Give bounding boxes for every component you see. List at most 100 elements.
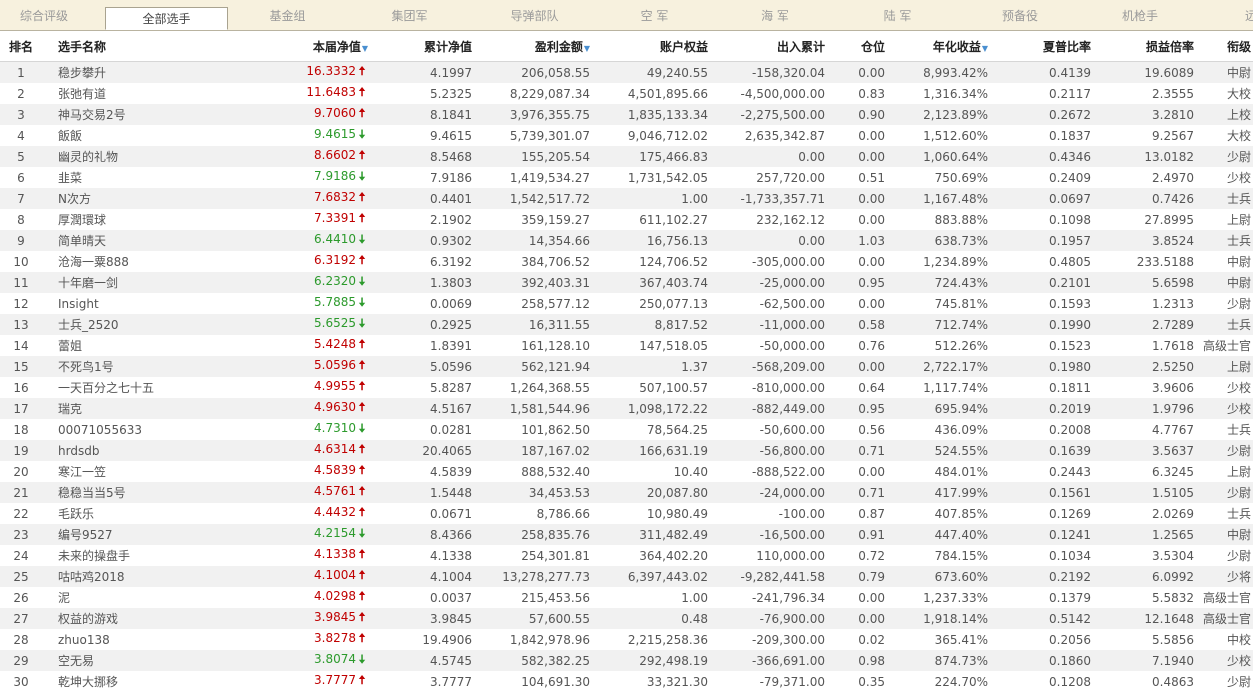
cell-player-name[interactable]: Insight (42, 293, 230, 314)
table-row[interactable]: 18 00071055633 4.7310 🠇 0.0281 101,862.50 78,5… (0, 419, 1253, 440)
cell-player-name[interactable]: 泥 (42, 587, 230, 608)
tab-6[interactable]: 海 军 (715, 0, 835, 30)
col-header-position[interactable]: 仓位 (827, 31, 887, 62)
cell-profit: 8,786.66 (474, 503, 592, 524)
cell-player-name[interactable]: 蕾姐 (42, 335, 230, 356)
nav-value: 7.3391 (314, 211, 356, 225)
cell-player-name[interactable]: 厚潤環球 (42, 209, 230, 230)
table-row[interactable]: 8 厚潤環球 7.3391 🠅 2.1902 359,159.27 611,102.27 23… (0, 209, 1253, 230)
cell-player-name[interactable]: 00071055633 (42, 419, 230, 440)
tab-4[interactable]: 导弹部队 (472, 0, 597, 30)
cell-player-name[interactable]: 士兵_2520 (42, 314, 230, 335)
tab-5[interactable]: 空 军 (597, 0, 712, 30)
table-row[interactable]: 21 稳稳当当5号 4.5761 🠅 1.5448 34,453.53 20,087.80-… (0, 482, 1253, 503)
table-row[interactable]: 5 幽灵的礼物 8.6602 🠅 8.5468 155,205.54 175,466.83 0… (0, 146, 1253, 167)
col-header-equity[interactable]: 账户权益 (592, 31, 710, 62)
col-header-name[interactable]: 选手名称 (42, 31, 230, 62)
table-row[interactable]: 3 神马交易2号 9.7060 🠅 8.1841 3,976,355.75 1,835,13… (0, 104, 1253, 125)
cell-player-name[interactable]: 张弛有道 (42, 83, 230, 104)
table-row[interactable]: 4 飯飯 9.4615 🠇 9.4615 5,739,301.07 9,046,712.02… (0, 125, 1253, 146)
tab-10[interactable]: 远 (1236, 0, 1253, 30)
cell-flow: -50,600.00 (710, 419, 827, 440)
cell-player-name[interactable]: 飯飯 (42, 125, 230, 146)
table-row[interactable]: 12 Insight 5.7885 🠇 0.0069 258,577.12 250,077.… (0, 293, 1253, 314)
cell-sharpe: 0.2192 (990, 566, 1093, 587)
table-row[interactable]: 16 一天百分之七十五 4.9955 🠅 5.8287 1,264,368.55 507,1… (0, 377, 1253, 398)
cell-player-name[interactable]: 神马交易2号 (42, 104, 230, 125)
table-row[interactable]: 6 韭菜 7.9186 🠇 7.9186 1,419,534.27 1,731,542.05… (0, 167, 1253, 188)
tab-0[interactable]: 综合评级 (0, 0, 88, 30)
col-header-annual[interactable]: 年化收益▼ (887, 31, 990, 62)
cell-player-name[interactable]: 权益的游戏 (42, 608, 230, 629)
cell-player-name[interactable]: hrdsdb (42, 440, 230, 461)
cell-player-name[interactable]: 寒江一笠 (42, 461, 230, 482)
cell-rank: 23 (0, 524, 42, 545)
table-row[interactable]: 24 未来的操盘手 4.1338 🠅 4.1338 254,301.81 364,402.2… (0, 545, 1253, 566)
table-row[interactable]: 26 泥 4.0298 🠅 0.0037 215,453.56 1.00 -241,796.3… (0, 587, 1253, 608)
table-row[interactable]: 29 空无易 3.8074 🠇 4.5745 582,382.25 292,498.19 -3… (0, 650, 1253, 671)
cell-player-name[interactable]: N次方 (42, 188, 230, 209)
cell-title: 少校 (1196, 167, 1253, 188)
cell-player-name[interactable]: 稳稳当当5号 (42, 482, 230, 503)
col-header-rank[interactable]: 排名 (0, 31, 42, 62)
col-header-title[interactable]: 衔级 (1196, 31, 1253, 62)
table-row[interactable]: 22 毛跃乐 4.4432 🠅 0.0671 8,786.66 10,980.49 -100.… (0, 503, 1253, 524)
nav-value: 11.6483 (306, 85, 356, 99)
cell-pl-ratio: 12.1648 (1093, 608, 1196, 629)
cell-annual: 512.26% (887, 335, 990, 356)
tab-1[interactable]: 全部选手 (105, 7, 228, 30)
cell-player-name[interactable]: 未来的操盘手 (42, 545, 230, 566)
col-header-profit[interactable]: 盈利金额▼ (474, 31, 592, 62)
cell-player-name[interactable]: 空无易 (42, 650, 230, 671)
table-row[interactable]: 15 不死鸟1号 5.0596 🠅 5.0596 562,121.94 1.37 -568,2… (0, 356, 1253, 377)
table-row[interactable]: 7 N次方 7.6832 🠅 0.4401 1,542,517.72 1.00 -1,733,… (0, 188, 1253, 209)
cell-pl-ratio: 6.0992 (1093, 566, 1196, 587)
tab-3[interactable]: 集团军 (352, 0, 467, 30)
table-row[interactable]: 19 hrdsdb 4.6314 🠅 20.4065 187,167.02 166,631.… (0, 440, 1253, 461)
table-row[interactable]: 20 寒江一笠 4.5839 🠅 4.5839 888,532.40 10.40 -888,5… (0, 461, 1253, 482)
cell-player-name[interactable]: zhuo138 (42, 629, 230, 650)
cell-player-name[interactable]: 稳步攀升 (42, 61, 230, 83)
col-header-current-nav[interactable]: 本届净值▼ (230, 31, 370, 62)
table-row[interactable]: 10 沧海一粟888 6.3192 🠅 6.3192 384,706.52 124,706.… (0, 251, 1253, 272)
col-header-pl-ratio[interactable]: 损益倍率 (1093, 31, 1196, 62)
table-row[interactable]: 28 zhuo138 3.8278 🠅 19.4906 1,842,978.96 2,215… (0, 629, 1253, 650)
cell-player-name[interactable]: 简单晴天 (42, 230, 230, 251)
cell-player-name[interactable]: 一天百分之七十五 (42, 377, 230, 398)
table-row[interactable]: 25 咕咕鸡2018 4.1004 🠅 4.1004 13,278,277.73 6,397… (0, 566, 1253, 587)
cell-equity: 507,100.57 (592, 377, 710, 398)
cell-player-name[interactable]: 毛跃乐 (42, 503, 230, 524)
tab-2[interactable]: 基金组 (230, 0, 345, 30)
table-row[interactable]: 11 十年磨一剑 6.2320 🠇 1.3803 392,403.31 367,403.74… (0, 272, 1253, 293)
cell-position: 0.79 (827, 566, 887, 587)
cell-player-name[interactable]: 咕咕鸡2018 (42, 566, 230, 587)
table-row[interactable]: 2 张弛有道 11.6483 🠅 5.2325 8,229,087.34 4,501,895… (0, 83, 1253, 104)
cell-position: 0.00 (827, 188, 887, 209)
cell-player-name[interactable]: 幽灵的礼物 (42, 146, 230, 167)
col-header-flow[interactable]: 出入累计 (710, 31, 827, 62)
cell-player-name[interactable]: 瑞克 (42, 398, 230, 419)
table-row[interactable]: 27 权益的游戏 3.9845 🠅 3.9845 57,600.55 0.48 -76,900… (0, 608, 1253, 629)
cell-player-name[interactable]: 编号9527 (42, 524, 230, 545)
arrow-up-icon: 🠅 (358, 400, 366, 414)
tab-7[interactable]: 陆 军 (835, 0, 960, 30)
tab-8[interactable]: 预备役 (960, 0, 1080, 30)
cell-annual: 1,918.14% (887, 608, 990, 629)
cell-player-name[interactable]: 十年磨一剑 (42, 272, 230, 293)
cell-annual: 638.73% (887, 230, 990, 251)
table-row[interactable]: 23 编号9527 4.2154 🠇 8.4366 258,835.76 311,482.4… (0, 524, 1253, 545)
cell-player-name[interactable]: 不死鸟1号 (42, 356, 230, 377)
table-row[interactable]: 14 蕾姐 5.4248 🠅 1.8391 161,128.10 147,518.05 -50… (0, 335, 1253, 356)
table-row[interactable]: 9 简单晴天 6.4410 🠇 0.9302 14,354.66 16,756.13 0.00… (0, 230, 1253, 251)
col-header-cum-nav[interactable]: 累计净值 (370, 31, 474, 62)
cell-player-name[interactable]: 沧海一粟888 (42, 251, 230, 272)
table-row[interactable]: 1 稳步攀升 16.3332 🠅 4.1997 206,058.55 49,240.55 -1… (0, 61, 1253, 83)
table-row[interactable]: 30 乾坤大挪移 3.7777 🠅 3.7777 104,691.30 33,321.30-… (0, 671, 1253, 692)
cell-player-name[interactable]: 韭菜 (42, 167, 230, 188)
col-header-sharpe[interactable]: 夏普比率 (990, 31, 1093, 62)
tab-9[interactable]: 机枪手 (1080, 0, 1200, 30)
cell-player-name[interactable]: 乾坤大挪移 (42, 671, 230, 692)
cell-current-nav: 11.6483 🠅 (230, 83, 370, 104)
table-row[interactable]: 17 瑞克 4.9630 🠅 4.5167 1,581,544.96 1,098,172.2… (0, 398, 1253, 419)
table-row[interactable]: 13 士兵_2520 5.6525 🠇 0.2925 16,311.55 8,817.52-… (0, 314, 1253, 335)
